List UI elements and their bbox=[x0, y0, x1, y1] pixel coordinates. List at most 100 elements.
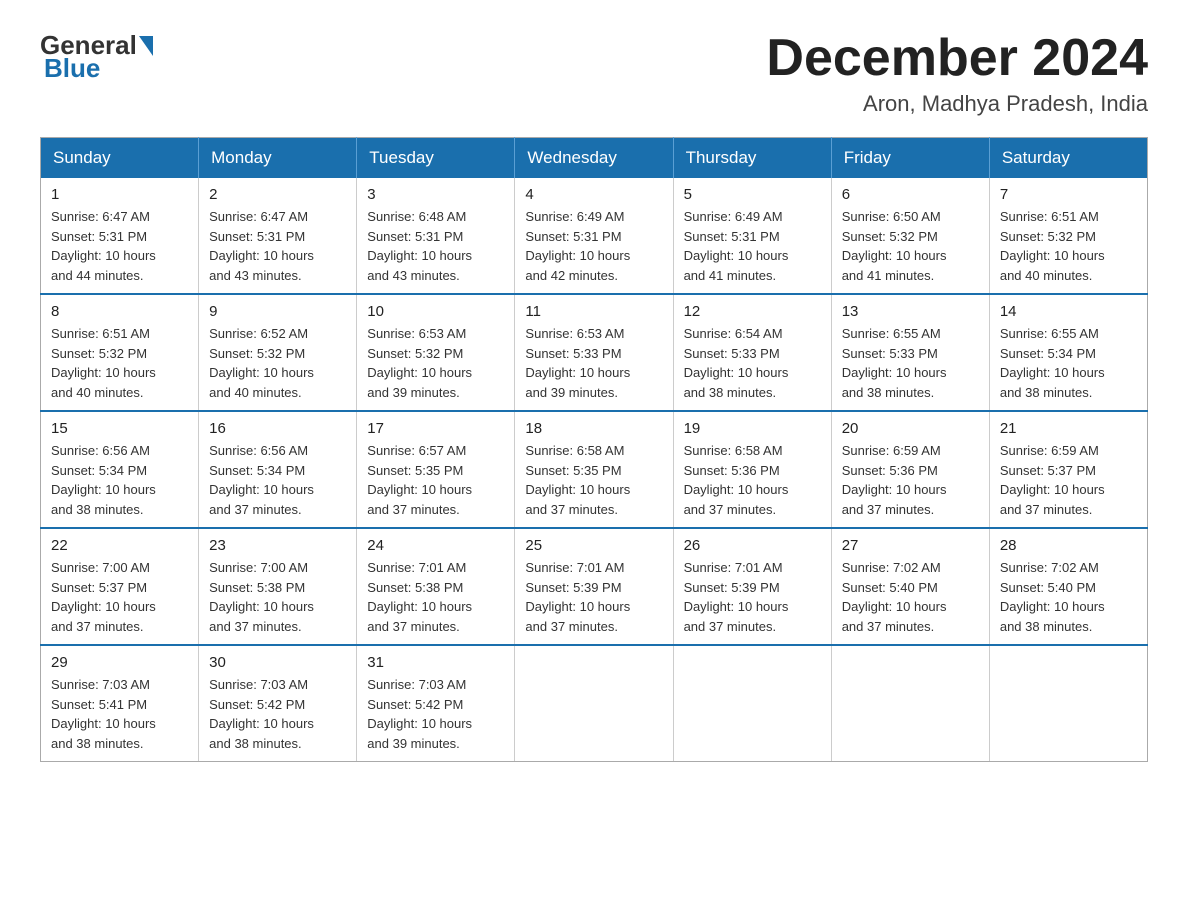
calendar-cell: 26 Sunrise: 7:01 AMSunset: 5:39 PMDaylig… bbox=[673, 528, 831, 645]
week-row-1: 1 Sunrise: 6:47 AMSunset: 5:31 PMDayligh… bbox=[41, 178, 1148, 294]
day-number: 12 bbox=[684, 303, 821, 320]
day-info: Sunrise: 6:47 AMSunset: 5:31 PMDaylight:… bbox=[51, 209, 156, 283]
calendar-cell: 4 Sunrise: 6:49 AMSunset: 5:31 PMDayligh… bbox=[515, 178, 673, 294]
page-header: General Blue December 2024 Aron, Madhya … bbox=[40, 30, 1148, 117]
day-number: 20 bbox=[842, 420, 979, 437]
day-number: 19 bbox=[684, 420, 821, 437]
day-info: Sunrise: 6:58 AMSunset: 5:36 PMDaylight:… bbox=[684, 443, 789, 517]
logo-blue-text: Blue bbox=[44, 53, 100, 83]
day-number: 2 bbox=[209, 186, 346, 203]
day-number: 25 bbox=[525, 537, 662, 554]
week-row-5: 29 Sunrise: 7:03 AMSunset: 5:41 PMDaylig… bbox=[41, 645, 1148, 762]
calendar-cell: 23 Sunrise: 7:00 AMSunset: 5:38 PMDaylig… bbox=[199, 528, 357, 645]
day-info: Sunrise: 6:49 AMSunset: 5:31 PMDaylight:… bbox=[525, 209, 630, 283]
day-number: 17 bbox=[367, 420, 504, 437]
day-info: Sunrise: 6:56 AMSunset: 5:34 PMDaylight:… bbox=[51, 443, 156, 517]
day-number: 28 bbox=[1000, 537, 1137, 554]
day-number: 14 bbox=[1000, 303, 1137, 320]
calendar-cell: 15 Sunrise: 6:56 AMSunset: 5:34 PMDaylig… bbox=[41, 411, 199, 528]
weekday-header-sunday: Sunday bbox=[41, 138, 199, 179]
weekday-header-saturday: Saturday bbox=[989, 138, 1147, 179]
calendar-cell bbox=[515, 645, 673, 762]
day-info: Sunrise: 6:58 AMSunset: 5:35 PMDaylight:… bbox=[525, 443, 630, 517]
week-row-2: 8 Sunrise: 6:51 AMSunset: 5:32 PMDayligh… bbox=[41, 294, 1148, 411]
weekday-header-tuesday: Tuesday bbox=[357, 138, 515, 179]
day-info: Sunrise: 6:51 AMSunset: 5:32 PMDaylight:… bbox=[51, 326, 156, 400]
day-number: 7 bbox=[1000, 186, 1137, 203]
day-number: 3 bbox=[367, 186, 504, 203]
month-title: December 2024 bbox=[766, 30, 1148, 87]
day-info: Sunrise: 6:57 AMSunset: 5:35 PMDaylight:… bbox=[367, 443, 472, 517]
day-info: Sunrise: 6:55 AMSunset: 5:33 PMDaylight:… bbox=[842, 326, 947, 400]
day-number: 22 bbox=[51, 537, 188, 554]
weekday-header-row: SundayMondayTuesdayWednesdayThursdayFrid… bbox=[41, 138, 1148, 179]
day-number: 10 bbox=[367, 303, 504, 320]
day-number: 21 bbox=[1000, 420, 1137, 437]
day-number: 1 bbox=[51, 186, 188, 203]
weekday-header-thursday: Thursday bbox=[673, 138, 831, 179]
day-info: Sunrise: 6:48 AMSunset: 5:31 PMDaylight:… bbox=[367, 209, 472, 283]
logo: General Blue bbox=[40, 30, 155, 84]
day-number: 27 bbox=[842, 537, 979, 554]
day-number: 18 bbox=[525, 420, 662, 437]
calendar-cell bbox=[989, 645, 1147, 762]
day-info: Sunrise: 7:03 AMSunset: 5:42 PMDaylight:… bbox=[367, 677, 472, 751]
logo-arrow-icon bbox=[139, 36, 153, 56]
day-number: 16 bbox=[209, 420, 346, 437]
day-number: 4 bbox=[525, 186, 662, 203]
day-number: 26 bbox=[684, 537, 821, 554]
day-info: Sunrise: 6:49 AMSunset: 5:31 PMDaylight:… bbox=[684, 209, 789, 283]
weekday-header-friday: Friday bbox=[831, 138, 989, 179]
calendar-cell: 29 Sunrise: 7:03 AMSunset: 5:41 PMDaylig… bbox=[41, 645, 199, 762]
calendar-cell: 25 Sunrise: 7:01 AMSunset: 5:39 PMDaylig… bbox=[515, 528, 673, 645]
day-info: Sunrise: 7:01 AMSunset: 5:39 PMDaylight:… bbox=[684, 560, 789, 634]
calendar-cell bbox=[673, 645, 831, 762]
day-info: Sunrise: 6:59 AMSunset: 5:37 PMDaylight:… bbox=[1000, 443, 1105, 517]
day-number: 30 bbox=[209, 654, 346, 671]
calendar-cell: 14 Sunrise: 6:55 AMSunset: 5:34 PMDaylig… bbox=[989, 294, 1147, 411]
calendar-cell: 6 Sunrise: 6:50 AMSunset: 5:32 PMDayligh… bbox=[831, 178, 989, 294]
day-info: Sunrise: 6:59 AMSunset: 5:36 PMDaylight:… bbox=[842, 443, 947, 517]
calendar-cell: 8 Sunrise: 6:51 AMSunset: 5:32 PMDayligh… bbox=[41, 294, 199, 411]
day-info: Sunrise: 6:55 AMSunset: 5:34 PMDaylight:… bbox=[1000, 326, 1105, 400]
calendar-cell: 5 Sunrise: 6:49 AMSunset: 5:31 PMDayligh… bbox=[673, 178, 831, 294]
calendar-cell: 20 Sunrise: 6:59 AMSunset: 5:36 PMDaylig… bbox=[831, 411, 989, 528]
day-number: 24 bbox=[367, 537, 504, 554]
day-info: Sunrise: 6:53 AMSunset: 5:33 PMDaylight:… bbox=[525, 326, 630, 400]
calendar-cell: 19 Sunrise: 6:58 AMSunset: 5:36 PMDaylig… bbox=[673, 411, 831, 528]
calendar-cell: 27 Sunrise: 7:02 AMSunset: 5:40 PMDaylig… bbox=[831, 528, 989, 645]
calendar-cell: 12 Sunrise: 6:54 AMSunset: 5:33 PMDaylig… bbox=[673, 294, 831, 411]
day-number: 5 bbox=[684, 186, 821, 203]
calendar-cell: 1 Sunrise: 6:47 AMSunset: 5:31 PMDayligh… bbox=[41, 178, 199, 294]
calendar-cell: 3 Sunrise: 6:48 AMSunset: 5:31 PMDayligh… bbox=[357, 178, 515, 294]
calendar-cell: 16 Sunrise: 6:56 AMSunset: 5:34 PMDaylig… bbox=[199, 411, 357, 528]
day-info: Sunrise: 6:54 AMSunset: 5:33 PMDaylight:… bbox=[684, 326, 789, 400]
day-info: Sunrise: 7:03 AMSunset: 5:42 PMDaylight:… bbox=[209, 677, 314, 751]
week-row-4: 22 Sunrise: 7:00 AMSunset: 5:37 PMDaylig… bbox=[41, 528, 1148, 645]
day-info: Sunrise: 7:00 AMSunset: 5:37 PMDaylight:… bbox=[51, 560, 156, 634]
calendar-cell: 7 Sunrise: 6:51 AMSunset: 5:32 PMDayligh… bbox=[989, 178, 1147, 294]
calendar-cell: 21 Sunrise: 6:59 AMSunset: 5:37 PMDaylig… bbox=[989, 411, 1147, 528]
calendar-cell: 11 Sunrise: 6:53 AMSunset: 5:33 PMDaylig… bbox=[515, 294, 673, 411]
calendar-cell: 18 Sunrise: 6:58 AMSunset: 5:35 PMDaylig… bbox=[515, 411, 673, 528]
day-info: Sunrise: 6:51 AMSunset: 5:32 PMDaylight:… bbox=[1000, 209, 1105, 283]
calendar-cell: 24 Sunrise: 7:01 AMSunset: 5:38 PMDaylig… bbox=[357, 528, 515, 645]
calendar-cell: 10 Sunrise: 6:53 AMSunset: 5:32 PMDaylig… bbox=[357, 294, 515, 411]
day-number: 11 bbox=[525, 303, 662, 320]
day-number: 31 bbox=[367, 654, 504, 671]
day-info: Sunrise: 7:02 AMSunset: 5:40 PMDaylight:… bbox=[842, 560, 947, 634]
day-number: 15 bbox=[51, 420, 188, 437]
weekday-header-wednesday: Wednesday bbox=[515, 138, 673, 179]
day-info: Sunrise: 6:47 AMSunset: 5:31 PMDaylight:… bbox=[209, 209, 314, 283]
day-info: Sunrise: 7:02 AMSunset: 5:40 PMDaylight:… bbox=[1000, 560, 1105, 634]
calendar-cell: 17 Sunrise: 6:57 AMSunset: 5:35 PMDaylig… bbox=[357, 411, 515, 528]
day-info: Sunrise: 6:56 AMSunset: 5:34 PMDaylight:… bbox=[209, 443, 314, 517]
calendar-cell: 2 Sunrise: 6:47 AMSunset: 5:31 PMDayligh… bbox=[199, 178, 357, 294]
day-info: Sunrise: 7:01 AMSunset: 5:38 PMDaylight:… bbox=[367, 560, 472, 634]
calendar-table: SundayMondayTuesdayWednesdayThursdayFrid… bbox=[40, 137, 1148, 762]
day-number: 8 bbox=[51, 303, 188, 320]
calendar-cell: 30 Sunrise: 7:03 AMSunset: 5:42 PMDaylig… bbox=[199, 645, 357, 762]
day-info: Sunrise: 7:01 AMSunset: 5:39 PMDaylight:… bbox=[525, 560, 630, 634]
day-info: Sunrise: 7:00 AMSunset: 5:38 PMDaylight:… bbox=[209, 560, 314, 634]
day-number: 29 bbox=[51, 654, 188, 671]
